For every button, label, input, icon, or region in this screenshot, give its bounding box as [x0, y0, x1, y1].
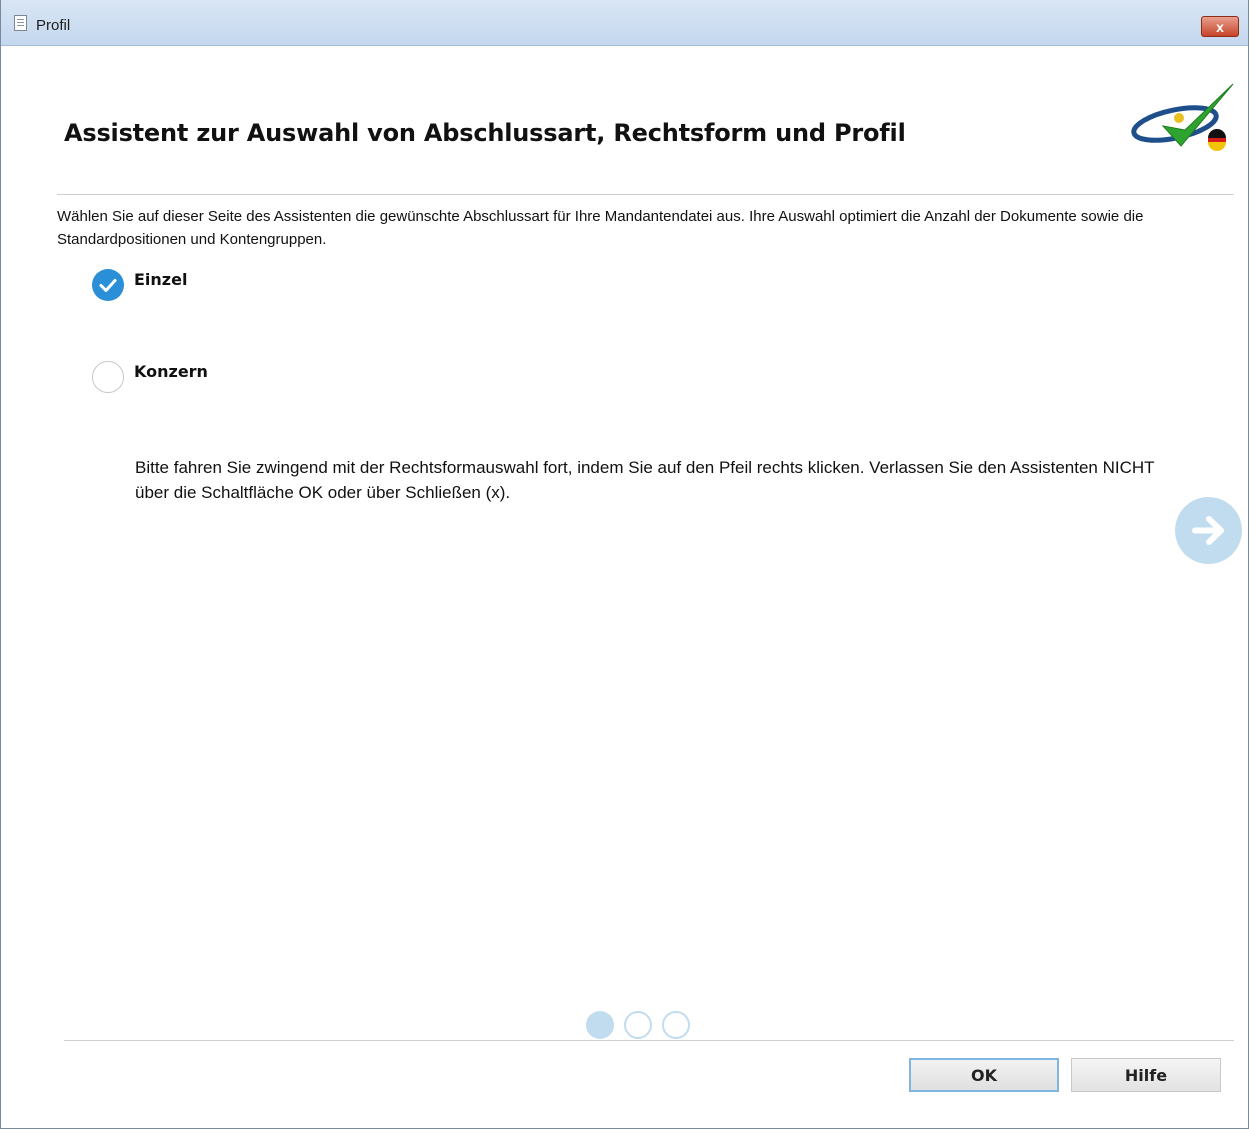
title-bar: Profil x — [1, 0, 1248, 46]
checkmark-logo-icon — [1131, 83, 1234, 151]
window-title: Profil — [36, 17, 71, 34]
page-dot-3[interactable] — [662, 1011, 690, 1039]
help-button[interactable]: Hilfe — [1071, 1058, 1221, 1092]
document-icon — [14, 15, 27, 31]
option-label-einzel[interactable]: Einzel — [134, 270, 187, 289]
page-dot-2[interactable] — [624, 1011, 652, 1039]
option-label-konzern[interactable]: Konzern — [134, 362, 208, 381]
intro-text: Wählen Sie auf dieser Seite des Assisten… — [57, 208, 1144, 248]
profile-wizard-window: Profil x Assistent zur Auswahl von Absch… — [0, 0, 1249, 1129]
page-dot-1[interactable] — [586, 1011, 614, 1039]
footer-divider — [64, 1040, 1234, 1041]
arrow-right-icon — [1192, 516, 1224, 545]
notice-text: Bitte fahren Sie zwingend mit der Rechts… — [135, 458, 1155, 502]
radio-konzern[interactable] — [92, 361, 124, 393]
radio-einzel[interactable] — [92, 269, 124, 301]
ok-button[interactable]: OK — [909, 1058, 1059, 1092]
header-divider — [57, 194, 1234, 195]
next-page-button[interactable] — [1175, 497, 1242, 564]
page-title: Assistent zur Auswahl von Abschlussart, … — [64, 119, 906, 147]
close-button[interactable]: x — [1201, 16, 1239, 37]
checkmark-circle-icon — [99, 279, 117, 292]
